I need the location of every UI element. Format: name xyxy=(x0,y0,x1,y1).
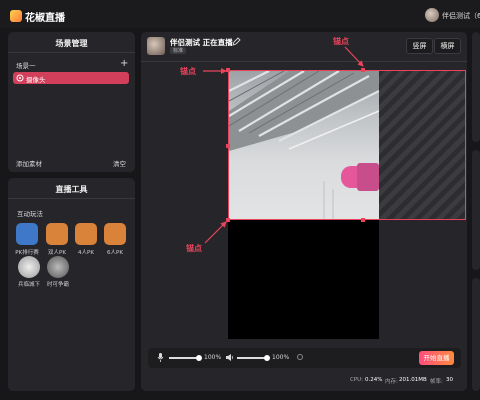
annotation-anchor-top-mid: 锚点 xyxy=(333,37,349,46)
annotation-arrows xyxy=(203,46,364,244)
start-live-button[interactable]: 开始直播 xyxy=(419,351,454,365)
right-side-panel-top xyxy=(472,32,480,142)
speaker-icon[interactable] xyxy=(226,354,234,361)
right-side-panel-bottom xyxy=(472,278,480,391)
speaker-volume-fill xyxy=(237,357,267,359)
speaker-volume-slider[interactable] xyxy=(237,355,270,361)
settings-dot-icon[interactable] xyxy=(297,354,303,360)
fps-value: 30 xyxy=(446,377,453,383)
memory-label: 内存: xyxy=(385,379,398,385)
mic-volume-value: 100% xyxy=(204,354,222,361)
mic-volume-slider[interactable] xyxy=(169,355,202,361)
speaker-volume-knob[interactable] xyxy=(264,355,270,361)
microphone-icon[interactable] xyxy=(157,353,164,362)
mic-volume-knob[interactable] xyxy=(196,355,202,361)
right-side-panel-mid xyxy=(472,150,480,270)
mic-volume-fill xyxy=(169,357,199,359)
speaker-volume-value: 100% xyxy=(272,354,290,361)
annotation-anchor-bottom-left: 锚点 xyxy=(186,244,202,253)
fps-label: 帧率: xyxy=(430,379,443,385)
annotation-anchor-top-left: 锚点 xyxy=(180,67,196,76)
cpu-label: CPU: xyxy=(350,377,364,383)
arrow-to-top-mid xyxy=(344,46,364,67)
memory-value: 201.01MB xyxy=(399,377,427,383)
arrow-to-bottom-left xyxy=(204,221,227,244)
cpu-value: 0.24% xyxy=(365,377,383,383)
